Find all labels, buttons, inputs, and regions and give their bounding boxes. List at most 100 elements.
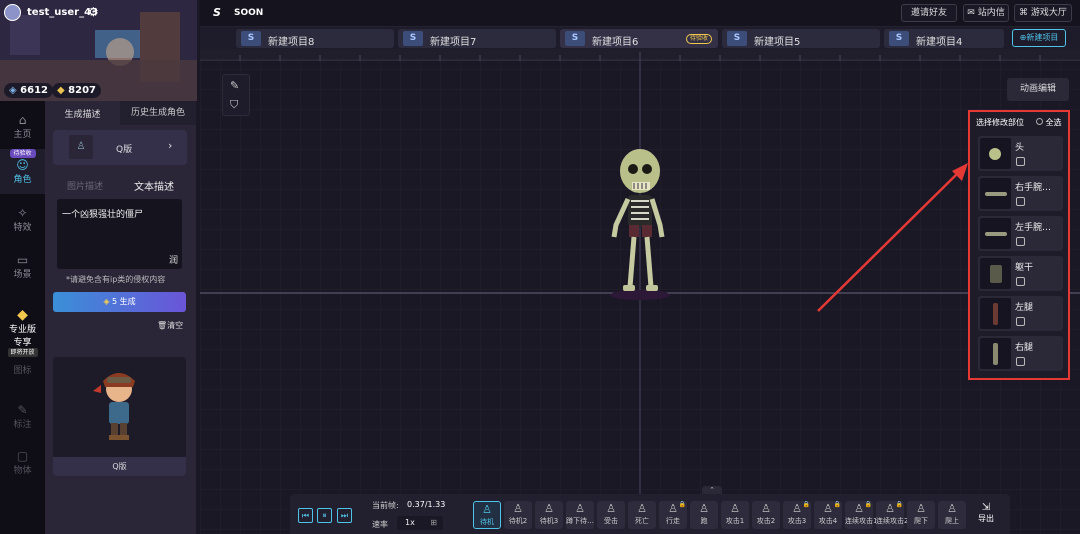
preview-card[interactable]: Q版 <box>53 357 186 476</box>
frame-label: 当前帧: <box>372 501 399 510</box>
shield-icon[interactable]: ⛉ <box>230 98 238 112</box>
nav-scene[interactable]: ▭ 场景 <box>0 253 45 280</box>
preview-caption: Q版 <box>53 457 186 476</box>
action-button[interactable]: ♙ 爬下 <box>907 501 935 529</box>
new-project-button[interactable]: ⊕新建项目 <box>1012 29 1066 47</box>
zombie-character-image <box>610 149 670 300</box>
action-button[interactable]: ♙ 爬上 <box>938 501 966 529</box>
tab-text-desc[interactable]: 文本描述 <box>134 178 174 193</box>
project-tab-label: 新建项目4 <box>916 37 963 48</box>
trash-icon: 🗑 <box>157 321 168 330</box>
part-label: 左手腕… <box>1015 223 1052 233</box>
copy-icon[interactable] <box>1016 237 1025 246</box>
part-label: 躯干 <box>1015 263 1034 273</box>
action-button[interactable]: ♙ 攻击4 🔒 <box>814 501 842 529</box>
parts-panel-title: 选择修改部位 <box>976 118 1024 127</box>
action-button[interactable]: ♙ 死亡 <box>628 501 656 529</box>
project-tab[interactable]: S 新建项目7 <box>398 29 556 48</box>
part-thumb <box>980 338 1011 369</box>
nav-character[interactable]: 待验收 ☺ 角色 <box>0 149 45 194</box>
copy-icon[interactable] <box>1016 317 1025 326</box>
animation-edit-button[interactable]: 动画编辑 <box>1007 78 1069 101</box>
nav-pro-label: 专业版 <box>8 325 36 335</box>
settings-gear-icon[interactable]: ⚙ <box>88 5 99 19</box>
speed-value: 1x <box>405 518 415 527</box>
nav-effects[interactable]: ✧ 特效 <box>0 206 45 233</box>
action-button[interactable]: ♙ 行走 🔒 <box>659 501 687 529</box>
nav-scene-label: 场景 <box>13 270 32 280</box>
action-label: 爬上 <box>945 517 959 525</box>
effects-icon: ✧ <box>17 206 28 220</box>
action-label: 连续攻击1 <box>845 517 878 525</box>
project-tab[interactable]: S 新建项目4 <box>884 29 1004 48</box>
action-button[interactable]: ♙ 受击 <box>597 501 625 529</box>
nav-object[interactable]: ▢ 物体 <box>0 449 45 476</box>
tab-generate-desc[interactable]: 生成描述 <box>45 107 120 120</box>
action-button[interactable]: ♙ 攻击3 🔒 <box>783 501 811 529</box>
inbox-button[interactable]: ✉ 站内信 <box>963 4 1009 22</box>
game-lobby-button[interactable]: ⌘ 游戏大厅 <box>1014 4 1072 22</box>
person-icon: ♙ <box>606 502 616 515</box>
part-item-torso[interactable]: 躯干 <box>978 256 1063 291</box>
tab-image-desc[interactable]: 图片描述 <box>67 179 103 192</box>
style-selector[interactable]: ♙ Q版 › <box>53 130 187 165</box>
part-item-head[interactable]: 头 <box>978 136 1063 171</box>
copy-icon[interactable] <box>1016 157 1025 166</box>
project-logo-icon: S <box>403 31 423 46</box>
part-item-right-wrist[interactable]: 右手腕… <box>978 176 1063 211</box>
avatar[interactable] <box>4 4 21 21</box>
action-button[interactable]: ♙ 蹲下待… <box>566 501 594 529</box>
nav-annotate[interactable]: ✎ 标注 <box>0 403 45 430</box>
brand-logo-icon: S <box>213 6 221 19</box>
copy-icon[interactable] <box>1016 357 1025 366</box>
top-header: S SOON 邀请好友 ✉ 站内信 ⌘ 游戏大厅 <box>200 0 1080 27</box>
copy-icon[interactable] <box>1016 277 1025 286</box>
nav-home[interactable]: ⌂ 主页 <box>0 113 45 140</box>
project-tab-label: 新建项目5 <box>754 37 801 48</box>
part-label: 右手腕… <box>1015 183 1052 193</box>
pause-button[interactable]: ⏸ <box>317 508 332 523</box>
action-button[interactable]: ♙ 待机2 <box>504 501 532 529</box>
project-tab-badge: 待验收 <box>685 34 712 44</box>
action-button[interactable]: ♙ 连续攻击2 🔒 <box>876 501 908 529</box>
nav-icons[interactable]: 图标 <box>0 363 45 376</box>
pen-icon[interactable]: ✎ <box>230 79 239 92</box>
generate-button[interactable]: ◈ 5 生成 <box>53 292 186 312</box>
project-tab-label: 新建项目7 <box>430 37 477 48</box>
project-tab[interactable]: S 新建项目5 <box>722 29 880 48</box>
prompt-textarea[interactable]: 一个凶狠强壮的僵尸 润 <box>57 199 182 269</box>
annotation-arrow <box>817 163 968 312</box>
coin-icon: ◈ <box>103 297 113 306</box>
project-tab-label: 新建项目8 <box>268 37 315 48</box>
copy-icon[interactable] <box>1016 197 1025 206</box>
action-button[interactable]: ♙ 待机3 <box>535 501 563 529</box>
editor-canvas[interactable]: ✎ ⛉ 动画编辑 <box>200 49 1080 534</box>
part-item-left-wrist[interactable]: 左手腕… <box>978 216 1063 251</box>
project-tab[interactable]: S 新建项目6 待验收 <box>560 29 718 48</box>
action-label: 行走 <box>666 517 680 525</box>
select-all-toggle[interactable]: 全选 <box>1036 117 1062 128</box>
prev-frame-button[interactable]: ⏮ <box>298 508 313 523</box>
action-button[interactable]: ♙ 攻击2 <box>752 501 780 529</box>
clear-button[interactable]: 🗑清空 <box>157 320 183 331</box>
part-item-left-leg[interactable]: 左腿 <box>978 296 1063 331</box>
tab-history[interactable]: 历史生成角色 <box>120 101 196 125</box>
action-label: 爬下 <box>914 517 928 525</box>
next-frame-button[interactable]: ⏭ <box>337 508 352 523</box>
object-icon: ▢ <box>16 449 29 463</box>
person-icon: ♙ <box>916 502 926 515</box>
speed-select[interactable]: 1x ⊞ <box>397 516 443 530</box>
project-tab[interactable]: S 新建项目8 <box>236 29 394 48</box>
invite-friends-button[interactable]: 邀请好友 <box>901 4 957 22</box>
part-thumb <box>980 218 1011 249</box>
action-button[interactable]: ♙ 连续攻击1 🔒 <box>845 501 877 529</box>
polish-button[interactable]: 润 <box>169 253 178 266</box>
action-button[interactable]: ♙ 待机 <box>473 501 501 529</box>
action-button[interactable]: ♙ 跑 <box>690 501 718 529</box>
action-button[interactable]: ♙ 攻击1 <box>721 501 749 529</box>
export-button[interactable]: ⇲ 导出 <box>974 502 998 530</box>
nav-pro[interactable]: ◆ 专业版 专享 即将开放 <box>0 308 45 357</box>
part-item-right-leg[interactable]: 右腿 <box>978 336 1063 371</box>
annotate-icon: ✎ <box>17 403 28 417</box>
nav-character-label: 角色 <box>13 175 32 185</box>
